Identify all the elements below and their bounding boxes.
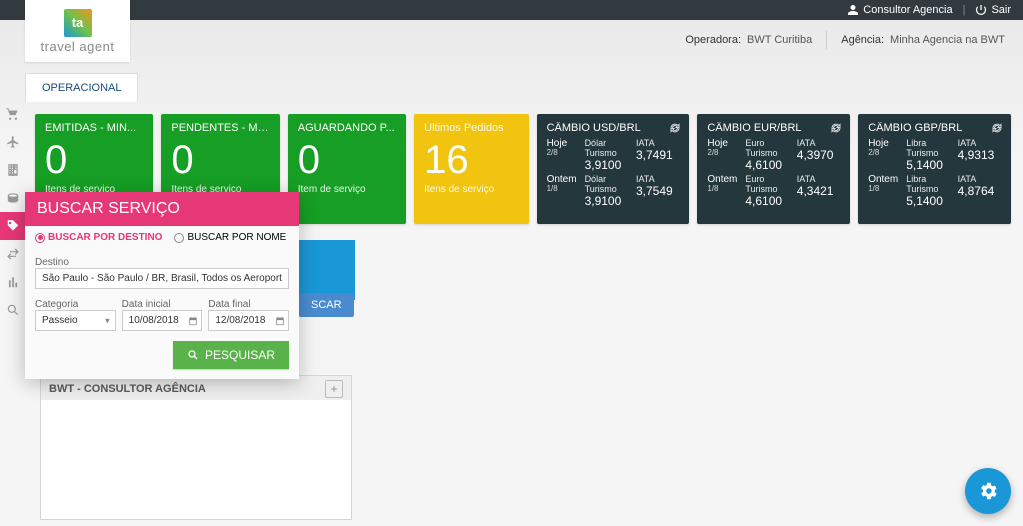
radio-icon (35, 233, 45, 243)
refresh-icon[interactable] (991, 122, 1003, 134)
building-icon (6, 163, 20, 177)
expand-button[interactable] (325, 380, 343, 398)
sidenav (0, 100, 25, 324)
data-inicial-label: Data inicial (122, 299, 203, 310)
card-title: EMITIDAS - MIN... (45, 122, 143, 134)
logout-label: Sair (991, 4, 1011, 16)
gears-icon (977, 480, 999, 502)
buscar-servico-popup: BUSCAR SERVIÇO BUSCAR POR DESTINO BUSCAR… (25, 192, 299, 379)
card-title: Últimos Pedidos (424, 122, 518, 134)
tab-bar: OPERACIONAL (25, 73, 138, 102)
calendar-icon (188, 316, 198, 326)
pesquisar-button[interactable]: PESQUISAR (173, 341, 289, 369)
tab-buscar-por-destino[interactable]: BUSCAR POR DESTINO (35, 232, 162, 243)
card-aguardando[interactable]: AGUARDANDO P... 0 Item de serviço (288, 114, 406, 224)
sidenav-item-plane[interactable] (0, 128, 25, 156)
destino-label: Destino (35, 257, 289, 268)
sidenav-item-chart[interactable] (0, 268, 25, 296)
tab-operacional[interactable]: OPERACIONAL (25, 73, 138, 102)
logout-link[interactable]: Sair (975, 4, 1011, 16)
categoria-value[interactable] (35, 310, 116, 331)
popup-tabs: BUSCAR POR DESTINO BUSCAR POR NOME (25, 226, 299, 249)
sidenav-item-exchange[interactable] (0, 240, 25, 268)
power-icon (975, 4, 987, 16)
card-ultimos-pedidos[interactable]: Últimos Pedidos 16 Itens de serviço (414, 114, 528, 224)
user-link[interactable]: Consultor Agencia (847, 4, 952, 16)
plus-icon (329, 384, 339, 394)
operadora-label: Operadora: (685, 34, 741, 46)
plane-icon (6, 135, 20, 149)
exchange-icon (6, 247, 20, 261)
card-sub: Item de serviço (298, 184, 396, 195)
sidenav-item-search[interactable] (0, 296, 25, 324)
card-value: 0 (171, 140, 269, 180)
data-final-label: Data final (208, 299, 289, 310)
categoria-select[interactable]: ▾ (35, 310, 116, 331)
calendar-icon (275, 316, 285, 326)
categoria-label: Categoria (35, 299, 116, 310)
consultant-label: BWT - CONSULTOR AGÊNCIA (49, 383, 206, 395)
tab-label: BUSCAR POR DESTINO (48, 232, 162, 243)
cart-icon (6, 107, 20, 121)
agencia-label: Agência: (841, 34, 884, 46)
sidenav-item-cart[interactable] (0, 100, 25, 128)
agencia-value: Minha Agencia na BWT (890, 34, 1005, 46)
refresh-icon[interactable] (830, 122, 842, 134)
logo[interactable]: ta travel agent (25, 0, 130, 62)
logo-text: travel agent (41, 39, 115, 54)
consultant-panel (40, 400, 352, 520)
coins-icon (6, 191, 20, 205)
buscar-button[interactable]: SCAR (299, 293, 354, 317)
search-icon (187, 349, 199, 361)
refresh-icon[interactable] (669, 122, 681, 134)
topbar-separator: | (963, 4, 966, 16)
destino-input[interactable] (35, 268, 289, 289)
chart-icon (6, 275, 20, 289)
card-value: 0 (45, 140, 143, 180)
tab-buscar-por-nome[interactable]: BUSCAR POR NOME (174, 232, 286, 243)
card-value: 16 (424, 140, 518, 180)
sidenav-item-building[interactable] (0, 156, 25, 184)
popup-header: BUSCAR SERVIÇO (25, 192, 299, 226)
card-usd: CÂMBIO USD/BRL Hoje2/8 Dólar Turismo3,91… (537, 114, 690, 224)
card-title: PENDENTES - MIN... (171, 122, 269, 134)
popup-body: Destino Categoria ▾ Data inicial Data fi… (25, 249, 299, 379)
operadora-value: BWT Curitiba (747, 34, 812, 46)
card-title: AGUARDANDO P... (298, 122, 396, 134)
sidenav-item-coins[interactable] (0, 184, 25, 212)
pesquisar-label: PESQUISAR (205, 348, 275, 362)
card-sub: Itens de serviço (424, 184, 518, 195)
exchange-title: CÂMBIO GBP/BRL (868, 122, 1001, 134)
sidenav-item-tag[interactable] (0, 212, 25, 240)
card-gbp: CÂMBIO GBP/BRL Hoje2/8 Libra Turismo5,14… (858, 114, 1011, 224)
exchange-title: CÂMBIO EUR/BRL (707, 122, 840, 134)
search-icon (6, 303, 20, 317)
user-icon (847, 4, 859, 16)
settings-fab[interactable] (965, 468, 1011, 514)
tab-label: BUSCAR POR NOME (187, 232, 286, 243)
logo-icon: ta (64, 9, 92, 37)
topbar: Consultor Agencia | Sair (0, 0, 1023, 20)
card-eur: CÂMBIO EUR/BRL Hoje2/8 Euro Turismo4,610… (697, 114, 850, 224)
exchange-title: CÂMBIO USD/BRL (547, 122, 680, 134)
infobar-divider (826, 31, 827, 49)
card-value: 0 (298, 140, 396, 180)
infobar: Operadora: BWT Curitiba Agência: Minha A… (130, 20, 1023, 60)
user-label: Consultor Agencia (863, 4, 952, 16)
radio-icon (174, 233, 184, 243)
tag-icon (6, 219, 20, 233)
consultant-header[interactable]: BWT - CONSULTOR AGÊNCIA (40, 375, 352, 403)
